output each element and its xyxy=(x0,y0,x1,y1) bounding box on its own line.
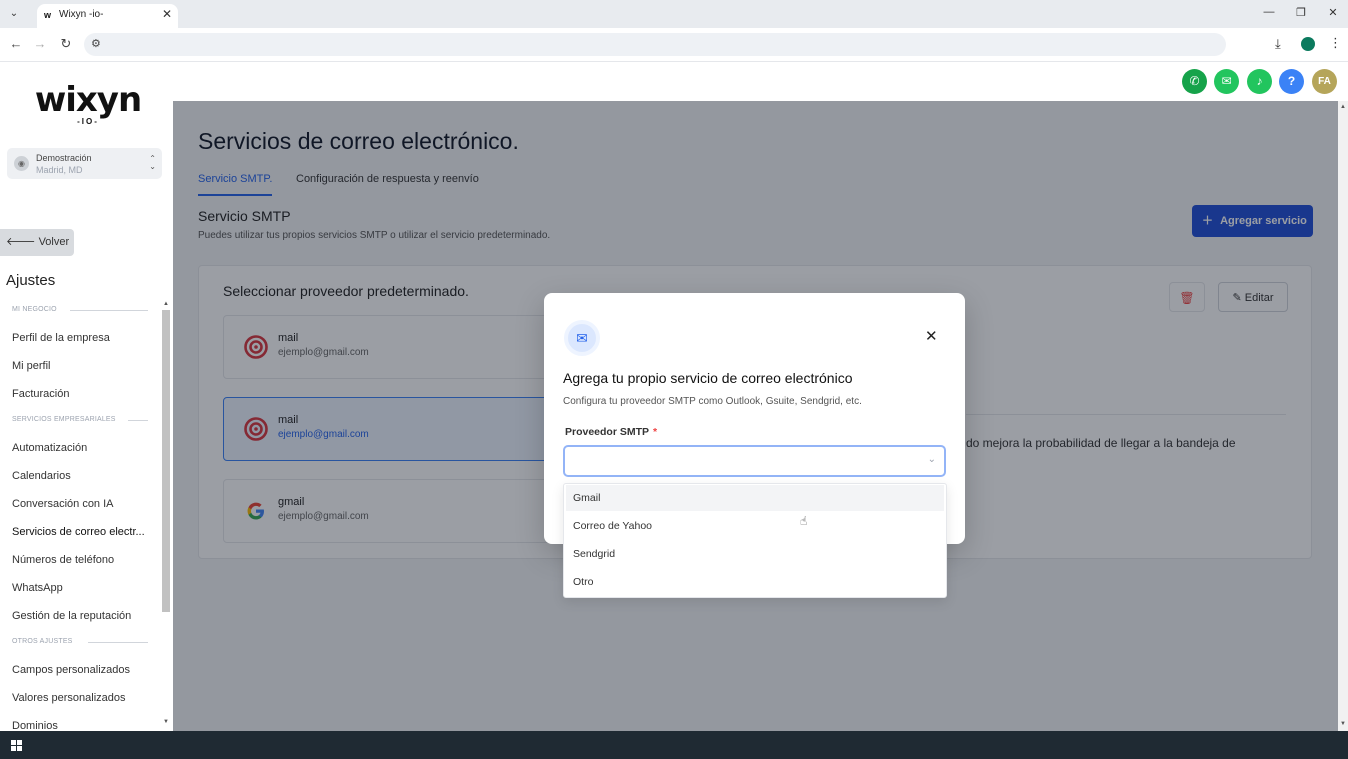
sidebar-item-custom-fields[interactable]: Campos personalizados xyxy=(12,664,130,676)
profile-icon[interactable] xyxy=(1301,37,1315,51)
sidebar-item-automation[interactable]: Automatización xyxy=(12,442,87,454)
os-taskbar xyxy=(0,731,1348,759)
browser-tab[interactable]: w Wixyn -io- ✕ xyxy=(37,4,178,28)
tab-title: Wixyn -io- xyxy=(59,9,104,20)
section-header: SERVICIOS EMPRESARIALES xyxy=(12,416,116,423)
page-scrollbar[interactable]: ▲ ▼ xyxy=(1338,101,1348,731)
favicon: w xyxy=(44,10,52,20)
chevron-down-icon: ⌄ xyxy=(927,454,936,465)
site-settings-icon[interactable]: ⚙ xyxy=(91,37,101,50)
scroll-up-icon[interactable]: ▲ xyxy=(1340,104,1346,110)
location-name: Demostración xyxy=(36,153,92,163)
smtp-provider-label: Proveedor SMTP * xyxy=(565,426,658,438)
sidebar-item-company-profile[interactable]: Perfil de la empresa xyxy=(12,332,110,344)
option-yahoo[interactable]: Correo de Yahoo xyxy=(566,513,944,539)
sidebar-item-custom-values[interactable]: Valores personalizados xyxy=(12,692,126,704)
sidebar-item-email-services[interactable]: Servicios de correo electr... xyxy=(12,526,145,538)
close-icon[interactable]: ✕ xyxy=(925,327,938,345)
download-icon[interactable]: ⤓ xyxy=(1275,36,1281,52)
section-header: OTROS AJUSTES xyxy=(12,638,73,645)
section-header: MI NEGOCIO xyxy=(12,306,57,313)
divider xyxy=(70,310,148,311)
avatar[interactable]: FA xyxy=(1312,69,1337,94)
divider xyxy=(88,642,148,643)
scroll-down-icon[interactable]: ▼ xyxy=(163,719,169,725)
envelope-icon: ✉ xyxy=(564,320,600,356)
restore-icon[interactable]: ❐ xyxy=(1294,6,1308,19)
megaphone-icon[interactable]: ✉ xyxy=(1214,69,1239,94)
sidebar-item-ai-conversation[interactable]: Conversación con IA xyxy=(12,498,114,510)
modal-description: Configura tu proveedor SMTP como Outlook… xyxy=(563,396,862,407)
sidebar-item-my-profile[interactable]: Mi perfil xyxy=(12,360,51,372)
option-gmail[interactable]: Gmail xyxy=(566,485,944,511)
back-icon[interactable]: ← xyxy=(8,36,24,51)
scroll-down-icon[interactable]: ▼ xyxy=(1340,721,1346,727)
tab-close-icon[interactable]: ✕ xyxy=(162,7,172,21)
tab-search-icon[interactable]: ⌄ xyxy=(6,6,22,22)
smtp-provider-select[interactable]: ⌄ xyxy=(563,445,946,477)
smtp-provider-dropdown: Gmail Correo de Yahoo Sendgrid Otro xyxy=(563,483,947,598)
option-other[interactable]: Otro xyxy=(566,569,944,595)
window-close-icon[interactable]: ✕ xyxy=(1326,6,1340,19)
wixyn-logo: wixyn -IO- xyxy=(34,80,142,126)
bell-icon[interactable]: ♪ xyxy=(1247,69,1272,94)
sidebar-scrollbar[interactable] xyxy=(162,310,170,612)
arrow-left-icon: 🡐 xyxy=(6,236,36,248)
sidebar-item-whatsapp[interactable]: WhatsApp xyxy=(12,582,63,594)
forward-icon[interactable]: → xyxy=(32,36,48,51)
address-toolbar: ← → ↻ ⚙ ⤓ ⋮ xyxy=(0,28,1348,62)
location-city: Madrid, MD xyxy=(36,165,83,175)
app-header: ✆ ✉ ♪ ? FA xyxy=(173,63,1348,101)
sidebar-item-billing[interactable]: Facturación xyxy=(12,388,69,400)
menu-kebab-icon[interactable]: ⋮ xyxy=(1329,35,1342,51)
settings-title: Ajustes xyxy=(6,272,56,289)
hand-cursor-icon: ☝ xyxy=(800,514,808,528)
updown-chevron-icon: ⌃ ⌄ xyxy=(149,154,156,171)
help-icon[interactable]: ? xyxy=(1279,69,1304,94)
option-sendgrid[interactable]: Sendgrid xyxy=(566,541,944,567)
modal-title: Agrega tu propio servicio de correo elec… xyxy=(563,370,853,386)
back-button-label: Volver xyxy=(38,236,70,248)
phone-icon[interactable]: ✆ xyxy=(1182,69,1207,94)
reload-icon[interactable]: ↻ xyxy=(58,36,74,52)
location-switcher[interactable]: ◉ Demostración Madrid, MD ⌃ ⌄ xyxy=(7,148,162,179)
minimize-icon[interactable]: — xyxy=(1262,6,1276,18)
divider xyxy=(128,420,148,421)
location-pin-icon: ◉ xyxy=(14,156,29,171)
sidebar-item-calendars[interactable]: Calendarios xyxy=(12,470,71,482)
scroll-up-icon[interactable]: ▲ xyxy=(163,301,169,307)
sidebar-item-phone-numbers[interactable]: Números de teléfono xyxy=(12,554,114,566)
sidebar-item-reputation[interactable]: Gestión de la reputación xyxy=(12,610,131,622)
url-bar[interactable]: ⚙ xyxy=(84,33,1226,56)
browser-tabbar: ⌄ w Wixyn -io- ✕ — ❐ ✕ xyxy=(0,0,1348,28)
windows-start-icon[interactable] xyxy=(11,740,22,751)
back-button[interactable]: 🡐 Volver xyxy=(0,229,74,256)
sidebar: wixyn -IO- ◉ Demostración Madrid, MD ⌃ ⌄ … xyxy=(0,63,173,732)
